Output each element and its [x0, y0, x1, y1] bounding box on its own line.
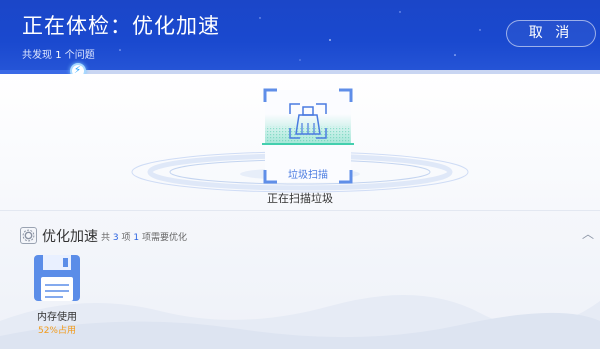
scan-area: 垃圾扫描 正在扫描垃圾 [0, 74, 600, 210]
found-suffix: 个问题 [64, 50, 95, 61]
issues-found-text: 共发现 1 个问题 [22, 46, 95, 61]
optimize-gear-icon [20, 227, 37, 244]
header-banner: 正在体检：优化加速 共发现 1 个问题 取 消 [0, 0, 600, 70]
found-prefix: 共发现 [22, 50, 52, 61]
summary-suffix: 项需要优化 [142, 233, 188, 243]
scan-status-text: 正在扫描垃圾 [267, 192, 333, 205]
found-count: 1 [55, 50, 62, 61]
summary-need: 1 [133, 233, 140, 243]
summary-mid: 项 [121, 233, 131, 243]
memory-usage-label: 内存使用 [37, 312, 77, 323]
collapse-chevron-icon[interactable]: ︿ [582, 225, 594, 242]
memory-disk-icon[interactable] [30, 253, 84, 307]
summary-total: 3 [112, 233, 119, 243]
section-title: 优化加速 [42, 229, 98, 245]
optimize-section: 优化加速 共 3 项 1 项需要优化 ︿ 内存使用 52%占用 [0, 211, 600, 349]
page-title: 正在体检：优化加速 [22, 14, 220, 38]
scan-icon-label: 垃圾扫描 [288, 170, 328, 181]
memory-usage-value: 52%占用 [37, 326, 76, 336]
summary-prefix: 共 [101, 233, 111, 243]
section-summary: 共 3 项 1 项需要优化 [101, 230, 187, 243]
cancel-button[interactable]: 取 消 [506, 20, 596, 47]
